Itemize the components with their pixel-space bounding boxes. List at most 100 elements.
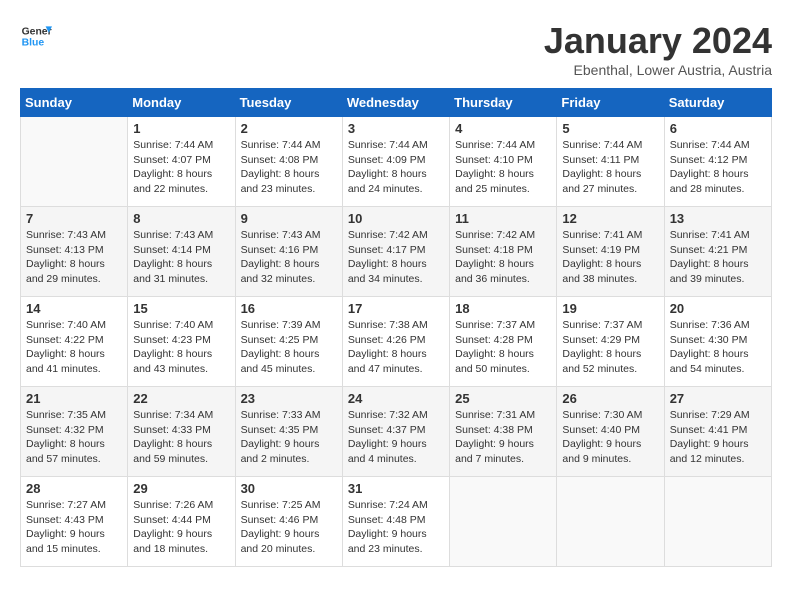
day-info: Sunrise: 7:26 AMSunset: 4:44 PMDaylight:… — [133, 498, 229, 557]
day-info: Sunrise: 7:44 AMSunset: 4:11 PMDaylight:… — [562, 138, 658, 197]
weekday-header-wednesday: Wednesday — [342, 89, 449, 117]
calendar-cell: 24Sunrise: 7:32 AMSunset: 4:37 PMDayligh… — [342, 387, 449, 477]
day-info: Sunrise: 7:34 AMSunset: 4:33 PMDaylight:… — [133, 408, 229, 467]
title-area: January 2024 Ebenthal, Lower Austria, Au… — [544, 20, 772, 78]
calendar-cell: 22 Sunrise: 7:34 AMSunset: 4:33 PMDayligh… — [128, 387, 235, 477]
calendar-cell: 2 Sunrise: 7:44 AMSunset: 4:08 PMDaylight… — [235, 117, 342, 207]
day-number: 23 — [241, 391, 337, 406]
day-info: Sunrise: 7:41 AMSunset: 4:19 PMDaylight:… — [562, 228, 658, 287]
day-info: Sunrise: 7:42 AMSunset: 4:17 PMDaylight:… — [348, 228, 444, 287]
day-number: 1 — [133, 121, 229, 136]
day-info: Sunrise: 7:42 AMSunset: 4:18 PMDaylight:… — [455, 228, 551, 287]
calendar-cell: 16Sunrise: 7:39 AMSunset: 4:25 PMDayligh… — [235, 297, 342, 387]
day-info: Sunrise: 7:29 AMSunset: 4:41 PMDaylight:… — [670, 408, 766, 467]
calendar-cell: 14Sunrise: 7:40 AMSunset: 4:22 PMDayligh… — [21, 297, 128, 387]
day-info: Sunrise: 7:43 AMSunset: 4:13 PMDaylight:… — [26, 228, 122, 287]
weekday-header-tuesday: Tuesday — [235, 89, 342, 117]
day-number: 26 — [562, 391, 658, 406]
day-info: Sunrise: 7:44 AMSunset: 4:12 PMDaylight:… — [670, 138, 766, 197]
day-number: 30 — [241, 481, 337, 496]
calendar-cell: 18 Sunrise: 7:37 AMSunset: 4:28 PMDayligh… — [450, 297, 557, 387]
day-number: 20 — [670, 301, 766, 316]
day-info: Sunrise: 7:41 AMSunset: 4:21 PMDaylight:… — [670, 228, 766, 287]
day-number: 11 — [455, 211, 551, 226]
header: General Blue January 2024 Ebenthal, Lowe… — [20, 20, 772, 78]
day-info: Sunrise: 7:36 AMSunset: 4:30 PMDaylight:… — [670, 318, 766, 377]
day-number: 28 — [26, 481, 122, 496]
calendar-cell: 5Sunrise: 7:44 AMSunset: 4:11 PMDaylight… — [557, 117, 664, 207]
calendar-table: SundayMondayTuesdayWednesdayThursdayFrid… — [20, 88, 772, 567]
day-number: 22 — [133, 391, 229, 406]
day-info: Sunrise: 7:31 AMSunset: 4:38 PMDaylight:… — [455, 408, 551, 467]
calendar-cell — [450, 477, 557, 567]
calendar-cell: 19Sunrise: 7:37 AMSunset: 4:29 PMDayligh… — [557, 297, 664, 387]
calendar-cell: 27 Sunrise: 7:29 AMSunset: 4:41 PMDayligh… — [664, 387, 771, 477]
week-row-5: 28Sunrise: 7:27 AMSunset: 4:43 PMDayligh… — [21, 477, 772, 567]
calendar-cell: 12 Sunrise: 7:41 AMSunset: 4:19 PMDayligh… — [557, 207, 664, 297]
day-number: 12 — [562, 211, 658, 226]
calendar-cell — [21, 117, 128, 207]
day-number: 27 — [670, 391, 766, 406]
logo-icon: General Blue — [20, 20, 52, 52]
svg-text:Blue: Blue — [22, 38, 45, 49]
day-number: 3 — [348, 121, 444, 136]
calendar-cell: 15 Sunrise: 7:40 AMSunset: 4:23 PMDayligh… — [128, 297, 235, 387]
calendar-cell: 25 Sunrise: 7:31 AMSunset: 4:38 PMDayligh… — [450, 387, 557, 477]
weekday-header-row: SundayMondayTuesdayWednesdayThursdayFrid… — [21, 89, 772, 117]
calendar-cell — [557, 477, 664, 567]
day-info: Sunrise: 7:37 AMSunset: 4:28 PMDaylight:… — [455, 318, 551, 377]
day-number: 10 — [348, 211, 444, 226]
calendar-title: January 2024 — [544, 20, 772, 62]
day-number: 17 — [348, 301, 444, 316]
calendar-cell: 31 Sunrise: 7:24 AMSunset: 4:48 PMDayligh… — [342, 477, 449, 567]
day-info: Sunrise: 7:24 AMSunset: 4:48 PMDaylight:… — [348, 498, 444, 557]
calendar-cell: 20 Sunrise: 7:36 AMSunset: 4:30 PMDayligh… — [664, 297, 771, 387]
week-row-3: 14Sunrise: 7:40 AMSunset: 4:22 PMDayligh… — [21, 297, 772, 387]
calendar-cell: 8Sunrise: 7:43 AMSunset: 4:14 PMDaylight… — [128, 207, 235, 297]
calendar-cell: 10 Sunrise: 7:42 AMSunset: 4:17 PMDayligh… — [342, 207, 449, 297]
calendar-cell: 26 Sunrise: 7:30 AMSunset: 4:40 PMDayligh… — [557, 387, 664, 477]
week-row-1: 1 Sunrise: 7:44 AMSunset: 4:07 PMDaylight… — [21, 117, 772, 207]
day-number: 13 — [670, 211, 766, 226]
day-info: Sunrise: 7:38 AMSunset: 4:26 PMDaylight:… — [348, 318, 444, 377]
weekday-header-saturday: Saturday — [664, 89, 771, 117]
day-info: Sunrise: 7:40 AMSunset: 4:22 PMDaylight:… — [26, 318, 122, 377]
calendar-cell: 21Sunrise: 7:35 AMSunset: 4:32 PMDayligh… — [21, 387, 128, 477]
weekday-header-thursday: Thursday — [450, 89, 557, 117]
weekday-header-sunday: Sunday — [21, 89, 128, 117]
calendar-cell: 3 Sunrise: 7:44 AMSunset: 4:09 PMDaylight… — [342, 117, 449, 207]
day-info: Sunrise: 7:39 AMSunset: 4:25 PMDaylight:… — [241, 318, 337, 377]
calendar-body: 1 Sunrise: 7:44 AMSunset: 4:07 PMDaylight… — [21, 117, 772, 567]
day-info: Sunrise: 7:40 AMSunset: 4:23 PMDaylight:… — [133, 318, 229, 377]
calendar-cell: 1 Sunrise: 7:44 AMSunset: 4:07 PMDaylight… — [128, 117, 235, 207]
day-number: 2 — [241, 121, 337, 136]
day-number: 31 — [348, 481, 444, 496]
day-number: 18 — [455, 301, 551, 316]
day-info: Sunrise: 7:44 AMSunset: 4:07 PMDaylight:… — [133, 138, 229, 197]
week-row-2: 7Sunrise: 7:43 AMSunset: 4:13 PMDaylight… — [21, 207, 772, 297]
day-number: 9 — [241, 211, 337, 226]
day-info: Sunrise: 7:44 AMSunset: 4:08 PMDaylight:… — [241, 138, 337, 197]
day-number: 15 — [133, 301, 229, 316]
calendar-cell: 30Sunrise: 7:25 AMSunset: 4:46 PMDayligh… — [235, 477, 342, 567]
day-info: Sunrise: 7:43 AMSunset: 4:14 PMDaylight:… — [133, 228, 229, 287]
calendar-cell: 13 Sunrise: 7:41 AMSunset: 4:21 PMDayligh… — [664, 207, 771, 297]
weekday-header-friday: Friday — [557, 89, 664, 117]
calendar-cell — [664, 477, 771, 567]
day-number: 4 — [455, 121, 551, 136]
day-info: Sunrise: 7:30 AMSunset: 4:40 PMDaylight:… — [562, 408, 658, 467]
calendar-cell: 11 Sunrise: 7:42 AMSunset: 4:18 PMDayligh… — [450, 207, 557, 297]
calendar-cell: 29 Sunrise: 7:26 AMSunset: 4:44 PMDayligh… — [128, 477, 235, 567]
day-number: 25 — [455, 391, 551, 406]
day-number: 29 — [133, 481, 229, 496]
calendar-cell: 17 Sunrise: 7:38 AMSunset: 4:26 PMDayligh… — [342, 297, 449, 387]
calendar-cell: 9Sunrise: 7:43 AMSunset: 4:16 PMDaylight… — [235, 207, 342, 297]
day-info: Sunrise: 7:33 AMSunset: 4:35 PMDaylight:… — [241, 408, 337, 467]
calendar-cell: 28Sunrise: 7:27 AMSunset: 4:43 PMDayligh… — [21, 477, 128, 567]
calendar-subtitle: Ebenthal, Lower Austria, Austria — [544, 62, 772, 78]
weekday-header-monday: Monday — [128, 89, 235, 117]
day-info: Sunrise: 7:44 AMSunset: 4:09 PMDaylight:… — [348, 138, 444, 197]
calendar-cell: 6Sunrise: 7:44 AMSunset: 4:12 PMDaylight… — [664, 117, 771, 207]
logo: General Blue — [20, 20, 52, 52]
day-number: 19 — [562, 301, 658, 316]
